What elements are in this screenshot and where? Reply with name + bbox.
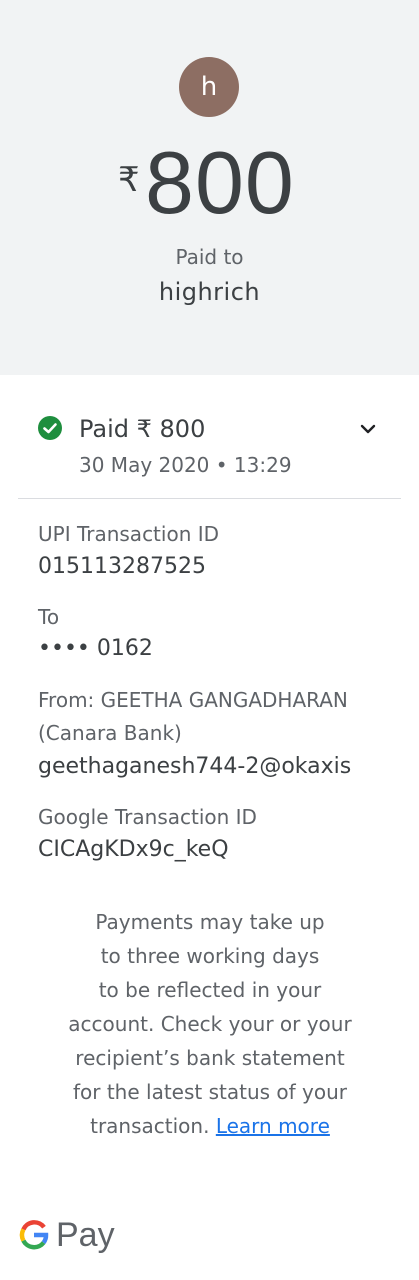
note-last-line-text: transaction.	[90, 1114, 210, 1138]
note-line: transaction. Learn more	[55, 1109, 365, 1143]
upi-transaction-id-label: UPI Transaction ID	[38, 522, 220, 546]
to-account-value: •••• 0162	[38, 636, 153, 661]
payee-name: highrich	[158, 278, 261, 306]
upi-transaction-id-value[interactable]: 015113287525	[38, 554, 206, 579]
payment-summary-header: h ₹ 800 Paid to highrich	[0, 0, 419, 375]
google-transaction-id-label: Google Transaction ID	[38, 805, 257, 829]
to-label: To	[38, 605, 60, 629]
avatar: h	[179, 57, 239, 117]
payment-note: Payments may take up to three working da…	[55, 905, 365, 1143]
learn-more-link[interactable]: Learn more	[216, 1114, 330, 1138]
note-line: to be reflected in your	[98, 978, 322, 1002]
payment-status[interactable]: Paid ₹ 800 30 May 2020 • 13:29	[0, 405, 419, 485]
from-name: From: GEETHA GANGADHARAN	[38, 688, 348, 712]
note-line: for the latest status of your	[72, 1080, 348, 1104]
currency-symbol: ₹	[118, 160, 140, 200]
divider	[18, 498, 401, 499]
paid-to-label: Paid to	[175, 245, 244, 269]
note-line: recipient’s bank statement	[75, 1046, 345, 1070]
note-line: account. Check your or your	[68, 1012, 352, 1036]
pay-wordmark: Pay	[56, 1216, 115, 1254]
amount-display: ₹ 800	[0, 135, 419, 230]
status-datetime: 30 May 2020 • 13:29	[79, 453, 292, 477]
note-line: Payments may take up	[95, 910, 325, 934]
amount-value: 800	[145, 133, 295, 232]
google-transaction-id-value[interactable]: CICAgKDx9c_keQ	[38, 837, 229, 862]
note-line: to three working days	[100, 944, 320, 968]
google-g-icon	[18, 1219, 50, 1251]
from-bank: (Canara Bank)	[38, 721, 182, 745]
check-circle-icon	[38, 416, 62, 440]
chevron-down-icon[interactable]	[356, 417, 380, 441]
status-title: Paid ₹ 800	[79, 415, 206, 443]
from-vpa[interactable]: geethaganesh744-2@okaxis	[38, 754, 351, 779]
